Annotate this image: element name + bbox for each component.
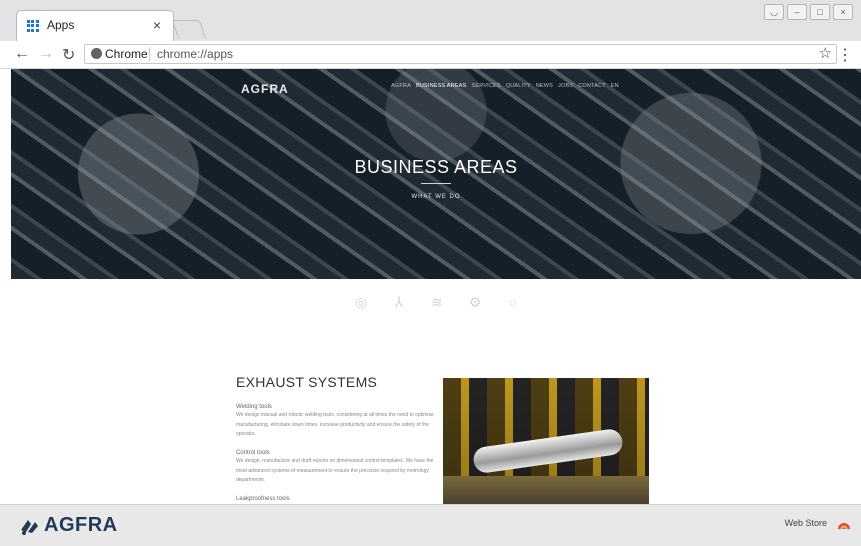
shelf-logo[interactable]: AGFRA xyxy=(18,514,118,537)
block-text-control: We design, manufacture and draft reports… xyxy=(236,458,434,483)
reload-icon[interactable]: ↻ xyxy=(62,45,75,65)
agfra-logo-icon xyxy=(21,519,38,535)
tab-title: Apps xyxy=(47,18,75,32)
target-icon[interactable]: ◎ xyxy=(353,294,369,310)
omnibox-divider xyxy=(149,47,150,61)
nav-item-news[interactable]: NEWS xyxy=(536,83,553,89)
gear-icon[interactable]: ⚙ xyxy=(467,294,483,310)
site-chip: Chrome xyxy=(105,47,148,61)
new-tab-button[interactable] xyxy=(171,20,207,39)
user-icon[interactable]: ◡ xyxy=(764,4,784,20)
webstore-link[interactable]: Web Store xyxy=(785,518,827,528)
browser-tab[interactable]: Apps × xyxy=(16,10,174,42)
title-divider xyxy=(421,183,451,184)
block-text-welding: We design manual and robotic welding too… xyxy=(236,412,434,437)
exhaust-systems-photo xyxy=(443,378,649,504)
hero-banner: AGFRA AGFRA BUSINESS AREAS SERVICES QUAL… xyxy=(11,69,861,279)
menu-dots-icon[interactable]: ⋮ xyxy=(837,45,853,65)
nav-item-quality[interactable]: QUALITY xyxy=(506,83,531,89)
nav-item-language[interactable]: EN xyxy=(611,83,619,89)
apps-grid-icon xyxy=(27,20,39,32)
nav-item-home[interactable]: AGFRA xyxy=(391,83,411,89)
exhaust-pipe-graphic xyxy=(471,427,625,475)
site-logo[interactable]: AGFRA xyxy=(241,82,289,96)
nav-item-contact[interactable]: CONTACT xyxy=(578,83,606,89)
wrench-icon[interactable]: ⅄ xyxy=(391,294,407,310)
webstore-icon[interactable] xyxy=(837,518,851,530)
block-heading-leakproofness: Leakproofness tools xyxy=(236,496,290,502)
nav-item-jobs[interactable]: JOBS xyxy=(558,83,573,89)
url-text[interactable]: chrome://apps xyxy=(157,47,233,61)
page-title: BUSINESS AREAS xyxy=(354,157,518,177)
minimize-icon[interactable]: – xyxy=(787,4,807,20)
maximize-icon[interactable]: □ xyxy=(810,4,830,20)
antenna-icon[interactable]: ≋ xyxy=(429,294,445,310)
site-nav: AGFRA BUSINESS AREAS SERVICES QUALITY NE… xyxy=(391,83,619,89)
close-icon[interactable]: × xyxy=(153,17,161,33)
window-controls: ◡ – □ × xyxy=(764,4,853,20)
star-icon[interactable]: ☆ xyxy=(819,44,832,62)
page-subtitle: WHAT WE DO xyxy=(411,194,461,200)
nav-item-services[interactable]: SERVICES xyxy=(471,83,500,89)
section-title: EXHAUST SYSTEMS xyxy=(236,374,378,390)
browser-toolbar: ← → ↻ Chrome chrome://apps ☆ ⋮ xyxy=(0,41,861,69)
chrome-info-icon[interactable] xyxy=(91,48,102,59)
ring-icon[interactable]: ○ xyxy=(505,294,521,310)
browser-tabstrip: Apps × ◡ – □ × xyxy=(0,0,861,42)
block-heading-welding: Welding tools xyxy=(236,404,272,410)
block-heading-control: Control tools xyxy=(236,450,270,456)
address-bar[interactable]: Chrome chrome://apps ☆ xyxy=(84,44,837,64)
nav-item-business-areas[interactable]: BUSINESS AREAS xyxy=(416,83,467,89)
close-window-icon[interactable]: × xyxy=(833,4,853,20)
shelf-logo-text: AGFRA xyxy=(44,514,118,536)
forward-arrow-icon[interactable]: → xyxy=(38,45,54,63)
business-area-icons: ◎ ⅄ ≋ ⚙ ○ xyxy=(353,294,521,311)
back-arrow-icon[interactable]: ← xyxy=(14,45,30,63)
machine-base-graphic xyxy=(443,476,649,504)
app-shelf: AGFRA Web Store xyxy=(0,504,861,546)
